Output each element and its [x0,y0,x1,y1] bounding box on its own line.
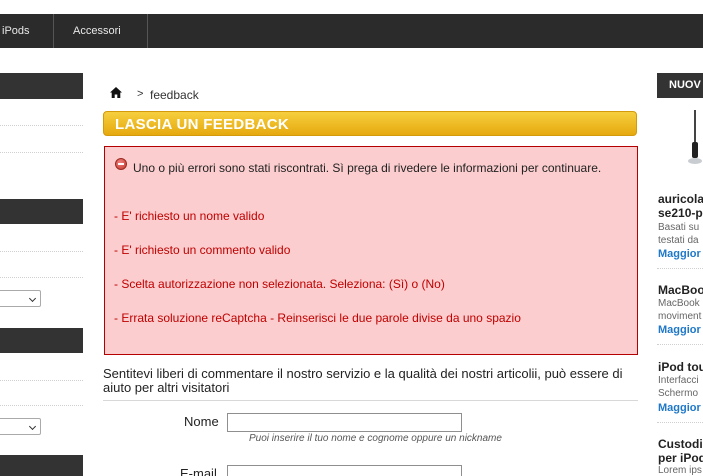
sidebar-divider [657,268,703,269]
product-desc: MacBook [658,298,700,309]
product-more-link[interactable]: Maggior [658,248,701,260]
page-title: LASCIA UN FEEDBACK [115,116,290,133]
product-more-link[interactable]: Maggior [658,324,701,336]
product-desc: Schermo [658,388,699,399]
email-label: E-mail [180,466,217,476]
sidebar-divider [0,405,83,406]
product-title[interactable]: auricola [658,192,703,206]
sidebar-divider [0,125,83,126]
product-title[interactable]: MacBoo [658,283,703,297]
sidebar-divider [0,251,83,252]
sidebar-divider [0,277,83,278]
sidebar-heading-bar [0,73,83,99]
page-title-bar: LASCIA UN FEEDBACK [103,111,637,136]
sidebar-divider [0,380,83,381]
error-item-name: - E' richiesto un nome valido [114,209,265,223]
name-hint: Puoi inserire il tuo nome e cognome oppu… [249,433,502,444]
new-products-heading: NUOV [657,73,703,98]
sidebar-heading-bar [0,328,83,353]
product-title[interactable]: Custodia [658,437,703,451]
product-desc: moviment [658,311,702,322]
error-item-recaptcha: - Errata soluzione reCaptcha - Reinseris… [114,311,521,325]
error-item-authorization: - Scelta autorizzazione non selezionata.… [114,277,445,291]
product-title[interactable]: se210-p [658,206,703,220]
product-title[interactable]: iPod tou [658,360,703,374]
nav-separator [147,14,148,48]
name-input[interactable] [227,413,462,432]
sidebar-divider [657,344,703,345]
top-nav: iPods Accessori [0,14,703,48]
nav-item-accessori[interactable]: Accessori [73,14,121,48]
error-item-comment: - E' richiesto un commento valido [114,243,291,257]
product-title[interactable]: per iPod [658,451,703,465]
nav-item-ipods[interactable]: iPods [2,14,30,48]
sidebar-divider [657,422,703,423]
email-input[interactable] [227,465,462,476]
product-desc: Basati su [658,222,700,233]
sidebar-heading-bar [0,199,83,224]
product-thumbnail[interactable] [686,108,703,168]
sidebar-heading-bar [0,455,83,476]
product-desc: Lorem ips [658,465,702,476]
sidebar-select[interactable] [0,418,41,435]
sidebar-select[interactable] [0,290,41,307]
home-icon[interactable] [110,87,122,98]
product-more-link[interactable]: Maggior [658,402,701,414]
divider [103,400,638,401]
breadcrumb-separator: > [137,88,144,100]
intro-text: Sentitevi liberi di commentare il nostro… [103,366,623,395]
product-desc: testati da [658,235,699,246]
product-desc: Interfacci [658,375,699,386]
sidebar-divider [0,152,83,153]
nav-separator [53,14,54,48]
name-label: Nome [184,414,219,429]
error-intro: Uno o più errori sono stati riscontrati.… [133,161,602,175]
breadcrumb-current: feedback [150,88,199,102]
